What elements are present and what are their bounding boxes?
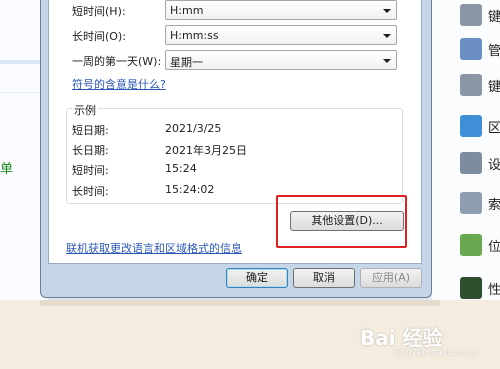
background-link-text[interactable]: 单 — [0, 158, 13, 177]
apply-button[interactable]: 应用(A) — [360, 268, 422, 288]
long-date-label: 长日期: — [72, 144, 109, 157]
watermark-sub-text: jingyan.baidu.com — [395, 348, 479, 358]
control-panel-item[interactable]: 管 — [460, 36, 500, 64]
short-date-label: 短日期: — [72, 124, 109, 137]
control-panel-item[interactable]: 位 — [460, 232, 500, 260]
indexing-icon — [460, 192, 482, 214]
performance-icon — [460, 277, 482, 299]
control-panel-item[interactable]: 区 — [460, 113, 500, 141]
keyboard-icon — [460, 74, 482, 96]
short-time-example-label: 短时间: — [72, 164, 109, 177]
long-time-combo[interactable]: H:mm:ss — [165, 25, 397, 45]
control-panel-item-label: 键 — [488, 80, 500, 95]
long-date-value: 2021年3月25日 — [165, 144, 247, 157]
watermark-text: Bai 经验 — [360, 326, 443, 350]
admin-tools-icon — [460, 38, 482, 60]
long-time-value: H:mm:ss — [170, 29, 219, 42]
short-time-label: 短时间(H): — [72, 5, 126, 18]
symbols-meaning-link[interactable]: 符号的含意是什么? — [72, 76, 166, 92]
control-panel-item-label: 管 — [488, 44, 500, 59]
control-panel-item-label: 区 — [488, 121, 500, 136]
long-time-example-label: 长时间: — [72, 185, 109, 198]
first-day-label: 一周的第一天(W): — [72, 55, 162, 68]
first-day-value: 星期一 — [170, 56, 203, 69]
chevron-down-icon[interactable] — [383, 34, 391, 38]
window-shadow — [40, 300, 440, 306]
chevron-down-icon[interactable] — [383, 9, 391, 13]
control-panel-item-label: 位 — [488, 240, 500, 255]
ok-button[interactable]: 确定 — [226, 268, 288, 288]
keyboard-icon — [460, 4, 482, 26]
short-date-value: 2021/3/25 — [165, 122, 222, 135]
control-panel-item-label: 索 — [488, 198, 500, 213]
location-icon — [460, 234, 482, 256]
short-time-combo[interactable]: H:mm — [165, 0, 397, 20]
control-panel-item[interactable]: 索 — [460, 190, 500, 218]
device-manager-icon — [460, 152, 482, 174]
cancel-button[interactable]: 取消 — [293, 268, 355, 288]
control-panel-item-label: 键 — [488, 10, 500, 25]
short-time-example-value: 15:24 — [165, 162, 197, 175]
control-panel-item[interactable]: 性 — [460, 275, 500, 303]
short-time-value: H:mm — [170, 4, 204, 17]
control-panel-item[interactable]: 键 — [460, 2, 500, 30]
long-time-example-value: 15:24:02 — [165, 183, 215, 196]
first-day-combo[interactable]: 星期一 — [165, 50, 397, 70]
online-info-link[interactable]: 联机获取更改语言和区域格式的信息 — [66, 240, 242, 256]
long-time-label: 长时间(O): — [72, 30, 126, 43]
control-panel-item-label: 性 — [488, 283, 500, 298]
chevron-down-icon[interactable] — [383, 59, 391, 63]
control-panel-item[interactable]: 键 — [460, 72, 500, 100]
example-title: 示例 — [72, 102, 98, 118]
control-panel-item-label: 设 — [488, 158, 500, 173]
highlight-box — [276, 195, 407, 248]
control-panel-item[interactable]: 设 — [460, 150, 500, 178]
region-globe-icon — [460, 115, 482, 137]
